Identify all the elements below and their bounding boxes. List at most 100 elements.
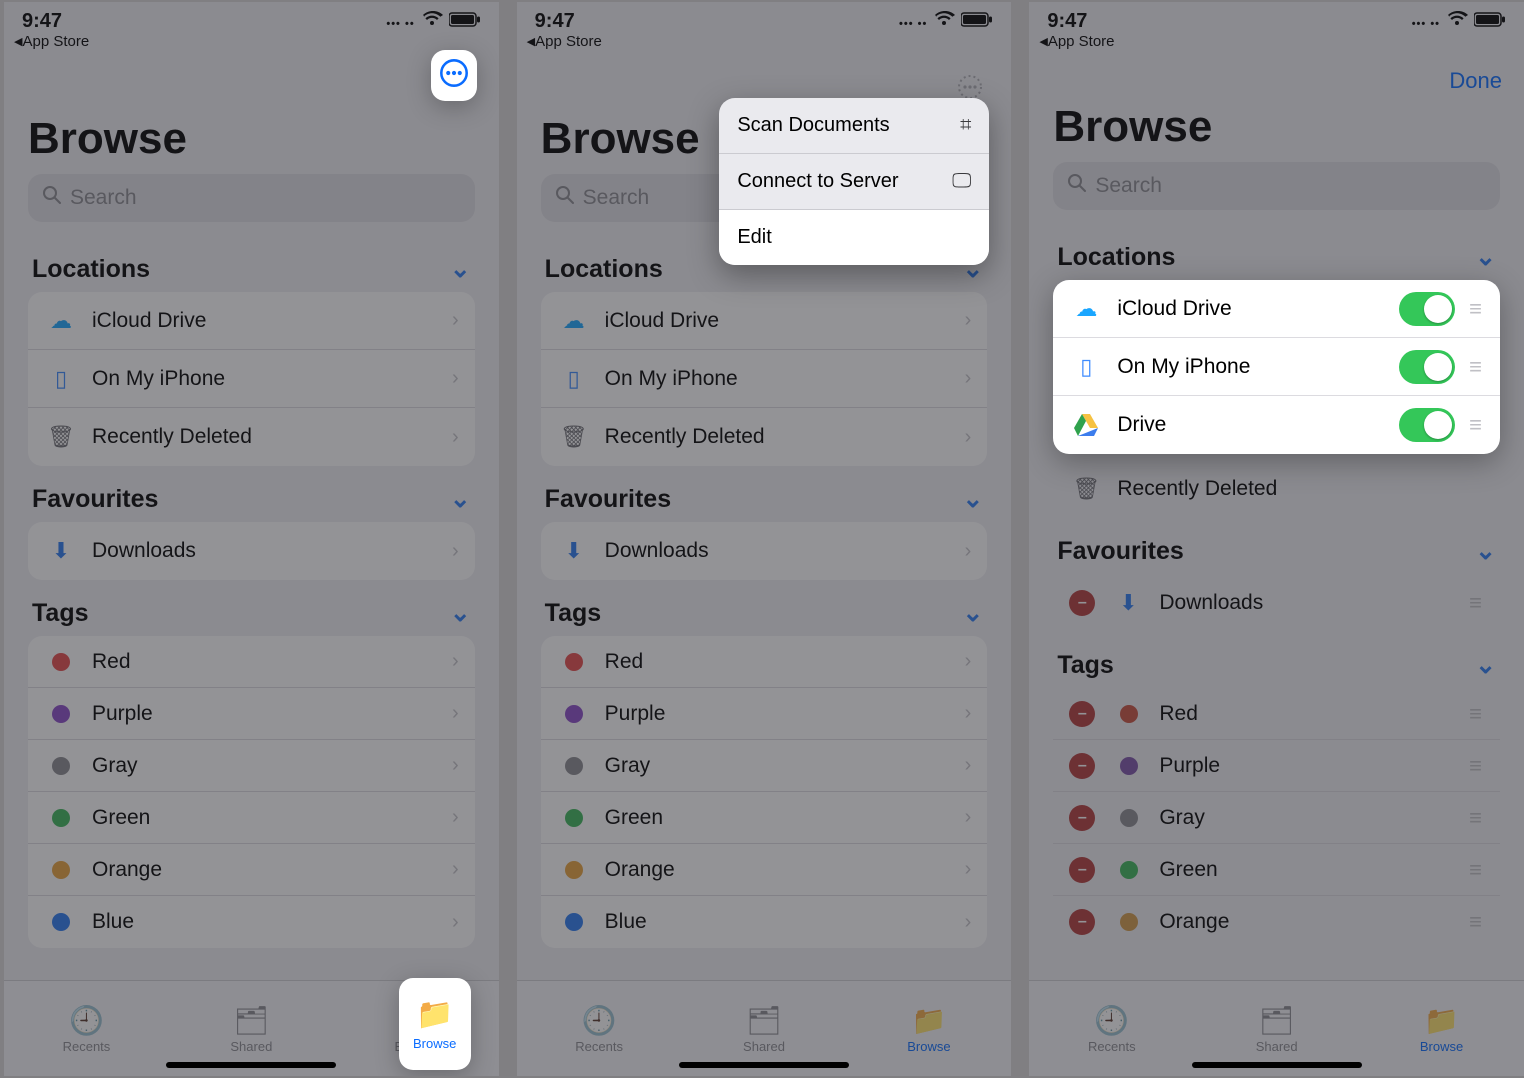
remove-icon[interactable]: – — [1069, 701, 1095, 727]
drag-handle-icon[interactable]: ≡ — [1469, 857, 1484, 883]
tag-row[interactable]: Gray› — [541, 740, 988, 792]
tag-row[interactable]: Orange› — [541, 844, 988, 896]
signal-icon — [899, 10, 927, 33]
tab-browse[interactable]: 📁Browse — [846, 981, 1011, 1076]
chevron-right-icon: › — [452, 702, 459, 725]
remove-icon[interactable]: – — [1069, 753, 1095, 779]
back-to-app[interactable]: App Store — [517, 33, 1012, 50]
folder-icon: 📁 — [1424, 1007, 1459, 1035]
location-row[interactable]: 🗑Recently Deleted› — [541, 408, 988, 466]
locations-header[interactable]: Locations ⌄ — [1053, 224, 1500, 280]
iphone-icon: ▯ — [44, 366, 78, 392]
tab-recents[interactable]: 🕘Recents — [517, 981, 682, 1076]
more-button-highlight[interactable] — [431, 50, 477, 101]
favourite-row[interactable]: ⬇ Downloads › — [28, 522, 475, 580]
location-row[interactable]: ▯On My iPhone› — [541, 350, 988, 408]
toggle-icloud[interactable] — [1399, 292, 1455, 326]
tag-row[interactable]: Gray› — [28, 740, 475, 792]
clock-icon: 🕘 — [1094, 1007, 1129, 1035]
drag-handle-icon[interactable]: ≡ — [1469, 805, 1484, 831]
tab-browse[interactable]: 📁Browse — [1359, 981, 1524, 1076]
tab-browse-highlight[interactable]: 📁 Browse — [399, 978, 471, 1070]
recently-deleted-row[interactable]: 🗑 Recently Deleted — [1053, 460, 1500, 518]
drag-handle-icon[interactable]: ≡ — [1469, 909, 1484, 935]
tag-row[interactable]: Green› — [28, 792, 475, 844]
chevron-down-icon: ⌄ — [1475, 650, 1496, 680]
remove-icon[interactable]: – — [1069, 909, 1095, 935]
home-indicator[interactable] — [679, 1062, 849, 1068]
tag-row[interactable]: Purple› — [541, 688, 988, 740]
remove-icon[interactable]: – — [1069, 805, 1095, 831]
tag-dot — [1120, 913, 1138, 931]
tags-header[interactable]: Tags⌄ — [541, 580, 988, 636]
chevron-right-icon: › — [965, 858, 972, 881]
edit-locations-card: ☁ iCloud Drive ≡ ▯ On My iPhone ≡ Drive … — [1053, 280, 1500, 454]
drag-handle-icon[interactable]: ≡ — [1469, 296, 1484, 322]
tags-header[interactable]: Tags ⌄ — [28, 580, 475, 636]
favourites-header[interactable]: Favourites⌄ — [1053, 518, 1500, 574]
favourites-header[interactable]: Favourites⌄ — [541, 466, 988, 522]
wifi-icon — [421, 10, 443, 33]
done-button[interactable]: Done — [1449, 68, 1502, 94]
drag-handle-icon[interactable]: ≡ — [1469, 412, 1484, 438]
location-row[interactable]: 🗑 Recently Deleted › — [28, 408, 475, 466]
drag-handle-icon[interactable]: ≡ — [1469, 590, 1484, 616]
home-indicator[interactable] — [1192, 1062, 1362, 1068]
tags-header[interactable]: Tags⌄ — [1053, 632, 1500, 688]
drag-handle-icon[interactable]: ≡ — [1469, 753, 1484, 779]
back-to-app[interactable]: App Store — [4, 33, 499, 50]
chevron-down-icon: ⌄ — [962, 484, 983, 514]
remove-icon[interactable]: – — [1069, 590, 1095, 616]
tag-row[interactable]: Green› — [541, 792, 988, 844]
chevron-right-icon: › — [452, 540, 459, 563]
chevron-down-icon: ⌄ — [1475, 536, 1496, 566]
chevron-right-icon: › — [452, 806, 459, 829]
main-scroll[interactable]: Locations ⌄ ☁ iCloud Drive › ▯ On My iPh… — [4, 236, 499, 1076]
drag-handle-icon[interactable]: ≡ — [1469, 354, 1484, 380]
favourite-row[interactable]: ⬇Downloads› — [541, 522, 988, 580]
tag-row[interactable]: Red› — [28, 636, 475, 688]
menu-connect-server[interactable]: Connect to Server 🖵 — [719, 154, 989, 210]
tag-row[interactable]: Blue› — [541, 896, 988, 948]
favourites-header[interactable]: Favourites ⌄ — [28, 466, 475, 522]
location-row[interactable]: ☁ iCloud Drive › — [28, 292, 475, 350]
tag-row[interactable]: Blue› — [28, 896, 475, 948]
header-actions: Done — [1029, 50, 1524, 96]
search-icon — [1067, 173, 1087, 199]
tag-edit-row: –Gray≡ — [1053, 792, 1500, 844]
chevron-right-icon: › — [452, 309, 459, 332]
main-scroll[interactable]: Locations⌄ ☁iCloud Drive› ▯On My iPhone›… — [517, 236, 1012, 1076]
shared-folder-icon: 🗂 — [234, 1007, 270, 1035]
menu-edit[interactable]: Edit — [719, 210, 989, 265]
tab-recents[interactable]: 🕘Recents — [1029, 981, 1194, 1076]
location-row[interactable]: ☁iCloud Drive› — [541, 292, 988, 350]
search-input[interactable]: Search — [1053, 162, 1500, 210]
chevron-right-icon: › — [452, 754, 459, 777]
tab-recents[interactable]: 🕘Recents — [4, 981, 169, 1076]
trash-icon: 🗑 — [557, 424, 591, 450]
search-input[interactable]: Search — [28, 174, 475, 222]
more-menu: Scan Documents ⌗ Connect to Server 🖵 Edi… — [719, 98, 989, 265]
tag-row[interactable]: Orange› — [28, 844, 475, 896]
remove-icon[interactable]: – — [1069, 857, 1095, 883]
phone-panel-2: 9:47 App Store Browse Search Locations⌄ … — [517, 2, 1012, 1076]
drag-handle-icon[interactable]: ≡ — [1469, 701, 1484, 727]
back-to-app[interactable]: App Store — [1029, 33, 1524, 50]
tag-edit-row: –Purple≡ — [1053, 740, 1500, 792]
tag-row[interactable]: Purple› — [28, 688, 475, 740]
chevron-right-icon: › — [452, 367, 459, 390]
location-row[interactable]: ▯ On My iPhone › — [28, 350, 475, 408]
tag-row[interactable]: Red› — [541, 636, 988, 688]
scan-icon: ⌗ — [960, 114, 971, 137]
toggle-drive[interactable] — [1399, 408, 1455, 442]
chevron-right-icon: › — [965, 911, 972, 934]
tag-dot — [565, 809, 583, 827]
main-scroll[interactable]: Locations ⌄ ☁ iCloud Drive ≡ ▯ On My iPh… — [1029, 224, 1524, 1076]
status-bar: 9:47 — [517, 2, 1012, 33]
chevron-right-icon: › — [452, 911, 459, 934]
locations-header[interactable]: Locations ⌄ — [28, 236, 475, 292]
menu-scan-documents[interactable]: Scan Documents ⌗ — [719, 98, 989, 154]
home-indicator[interactable] — [166, 1062, 336, 1068]
toggle-on-my-iphone[interactable] — [1399, 350, 1455, 384]
phone-panel-1: 9:47 App Store Browse Search Locations ⌄ — [4, 2, 499, 1076]
